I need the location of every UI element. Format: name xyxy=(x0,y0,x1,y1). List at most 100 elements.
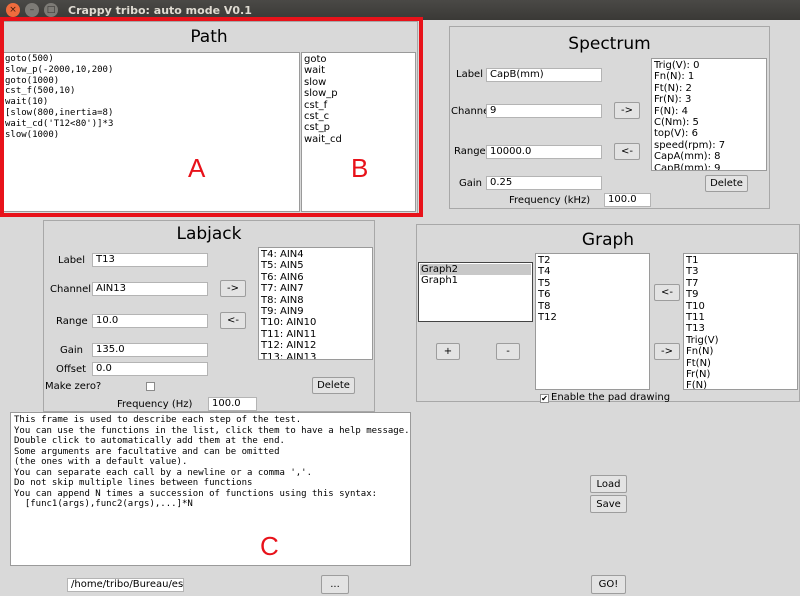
available-channel-item[interactable]: T7 xyxy=(685,278,796,289)
labjack-gain-caption: Gain xyxy=(60,345,83,356)
labjack-channel-item[interactable]: T9: AIN9 xyxy=(260,306,371,317)
graph-move-right-button[interactable]: -> xyxy=(654,343,680,360)
plotted-channel-item[interactable]: T6 xyxy=(537,289,648,300)
labjack-range-caption: Range xyxy=(56,316,88,327)
labjack-channel-item[interactable]: T11: AIN11 xyxy=(260,329,371,340)
help-line[interactable]: (the ones with a default value). xyxy=(14,457,407,468)
pad-drawing-checkbox[interactable]: ✔ xyxy=(540,394,549,403)
spectrum-remove-button[interactable]: <- xyxy=(614,143,640,160)
graph-title: Graph xyxy=(581,230,635,250)
directory-path-field[interactable]: /home/tribo/Bureau/essais xyxy=(67,578,184,592)
labjack-channel-field[interactable]: AIN13 xyxy=(92,282,208,296)
graph-list[interactable]: Graph2 Graph1 xyxy=(418,262,533,322)
labjack-label-field[interactable]: T13 xyxy=(92,253,208,267)
help-line[interactable]: Some arguments are facultative and can b… xyxy=(14,447,407,458)
plotted-channels-list[interactable]: T2 T4 T5 T6 T8 T12 xyxy=(535,253,650,390)
available-channel-item[interactable]: T11 xyxy=(685,312,796,323)
close-icon[interactable]: × xyxy=(6,3,20,17)
plotted-channel-item[interactable]: T5 xyxy=(537,278,648,289)
go-button[interactable]: GO! xyxy=(591,575,626,594)
plotted-channel-item[interactable]: T4 xyxy=(537,266,648,277)
help-line[interactable]: [func1(args),func2(args),...]*N xyxy=(14,499,407,510)
available-channel-item[interactable]: F(N) xyxy=(685,380,796,389)
spectrum-range-field[interactable]: 10000.0 xyxy=(486,145,602,159)
spectrum-channel-item[interactable]: speed(rpm): 7 xyxy=(653,140,765,151)
annotation-label-c: C xyxy=(260,531,279,561)
spectrum-channel-item[interactable]: top(V): 6 xyxy=(653,128,765,139)
plotted-channel-item[interactable]: T2 xyxy=(537,255,648,266)
spectrum-title: Spectrum xyxy=(568,34,651,54)
annotation-box-path xyxy=(0,17,423,217)
labjack-channel-item[interactable]: T10: AIN10 xyxy=(260,317,371,328)
graph-item[interactable]: Graph2 xyxy=(420,264,531,276)
spectrum-channel-item[interactable]: Ft(N): 2 xyxy=(653,83,765,94)
browse-button[interactable]: ... xyxy=(321,575,349,594)
labjack-range-field[interactable]: 10.0 xyxy=(92,314,208,328)
load-button[interactable]: Load xyxy=(590,475,627,493)
labjack-delete-button[interactable]: Delete xyxy=(312,377,355,394)
help-line[interactable]: You can append N times a succession of f… xyxy=(14,489,407,500)
labjack-offset-field[interactable]: 0.0 xyxy=(92,362,208,376)
spectrum-channel-item[interactable]: Trig(V): 0 xyxy=(653,60,765,71)
labjack-add-button[interactable]: -> xyxy=(220,280,246,297)
help-textarea[interactable]: This frame is used to describe each step… xyxy=(10,412,411,566)
spectrum-label-caption: Label xyxy=(456,69,483,80)
plotted-channel-item[interactable]: T12 xyxy=(537,312,648,323)
labjack-offset-caption: Offset xyxy=(56,364,87,375)
spectrum-label-field[interactable]: CapB(mm) xyxy=(486,68,602,82)
available-channel-item[interactable]: Ft(N) xyxy=(685,358,796,369)
spectrum-delete-button[interactable]: Delete xyxy=(705,175,748,192)
spectrum-frequency-field[interactable]: 100.0 xyxy=(604,193,651,207)
labjack-channel-caption: Channel xyxy=(50,284,92,295)
available-channel-item[interactable]: T9 xyxy=(685,289,796,300)
available-channels-list[interactable]: T1 T3 T7 T9 T10 T11 T13 Trig(V) Fn(N) Ft(N) Fr(N) F… xyxy=(683,253,798,390)
labjack-frequency-field[interactable]: 100.0 xyxy=(208,397,257,411)
graph-move-left-button[interactable]: <- xyxy=(654,284,680,301)
pad-drawing-caption: Enable the pad drawing xyxy=(551,392,671,403)
annotation-label-a: A xyxy=(188,153,206,183)
labjack-channel-item[interactable]: T6: AIN6 xyxy=(260,272,371,283)
available-channel-item[interactable]: Fn(N) xyxy=(685,346,796,357)
minimize-icon[interactable]: – xyxy=(25,3,39,17)
save-button[interactable]: Save xyxy=(590,495,627,513)
labjack-channel-item[interactable]: T13: AIN13 xyxy=(260,352,371,359)
labjack-label-caption: Label xyxy=(58,255,85,266)
labjack-channel-item[interactable]: T5: AIN5 xyxy=(260,260,371,271)
spectrum-channel-item[interactable]: C(Nm): 5 xyxy=(653,117,765,128)
labjack-channel-item[interactable]: T7: AIN7 xyxy=(260,283,371,294)
add-graph-button[interactable]: + xyxy=(436,343,460,360)
spectrum-gain-field[interactable]: 0.25 xyxy=(486,176,602,190)
available-channel-item[interactable]: Fr(N) xyxy=(685,369,796,380)
available-channel-item[interactable]: T1 xyxy=(685,255,796,266)
help-line[interactable]: Do not skip multiple lines between funct… xyxy=(14,478,407,489)
available-channel-item[interactable]: T10 xyxy=(685,301,796,312)
spectrum-add-button[interactable]: -> xyxy=(614,102,640,119)
annotation-label-b: B xyxy=(351,153,369,183)
labjack-channel-item[interactable]: T4: AIN4 xyxy=(260,249,371,260)
spectrum-channel-item[interactable]: Fr(N): 3 xyxy=(653,94,765,105)
labjack-remove-button[interactable]: <- xyxy=(220,312,246,329)
spectrum-channel-field[interactable]: 9 xyxy=(486,104,602,118)
spectrum-channel-item[interactable]: F(N): 4 xyxy=(653,106,765,117)
remove-graph-button[interactable]: - xyxy=(496,343,520,360)
help-line[interactable]: You can use the functions in the list, c… xyxy=(14,426,410,437)
labjack-channel-list[interactable]: T4: AIN4 T5: AIN5 T6: AIN6 T7: AIN7 T8: AIN8… xyxy=(258,247,373,360)
spectrum-channel-item[interactable]: CapB(mm): 9 xyxy=(653,163,765,170)
labjack-channel-item[interactable]: T12: AIN12 xyxy=(260,340,371,351)
maximize-icon[interactable]: □ xyxy=(44,3,58,17)
graph-item[interactable]: Graph1 xyxy=(420,275,531,286)
help-line[interactable]: This frame is used to describe each step… xyxy=(14,415,407,426)
spectrum-channel-list[interactable]: Trig(V): 0 Fn(N): 1 Ft(N): 2 Fr(N): 3 F(N): … xyxy=(651,58,767,171)
make-zero-checkbox[interactable] xyxy=(146,382,155,391)
help-line[interactable]: You can separate each call by a newline … xyxy=(14,468,407,479)
labjack-gain-field[interactable]: 135.0 xyxy=(92,343,208,357)
plotted-channel-item[interactable]: T8 xyxy=(537,301,648,312)
available-channel-item[interactable]: Trig(V) xyxy=(685,335,796,346)
help-line[interactable]: Double click to automatically add them a… xyxy=(14,436,407,447)
labjack-channel-item[interactable]: T8: AIN8 xyxy=(260,295,371,306)
spectrum-channel-item[interactable]: CapA(mm): 8 xyxy=(653,151,765,162)
window-title: Crappy tribo: auto mode V0.1 xyxy=(68,3,252,17)
available-channel-item[interactable]: T3 xyxy=(685,266,796,277)
available-channel-item[interactable]: T13 xyxy=(685,323,796,334)
spectrum-channel-item[interactable]: Fn(N): 1 xyxy=(653,71,765,82)
